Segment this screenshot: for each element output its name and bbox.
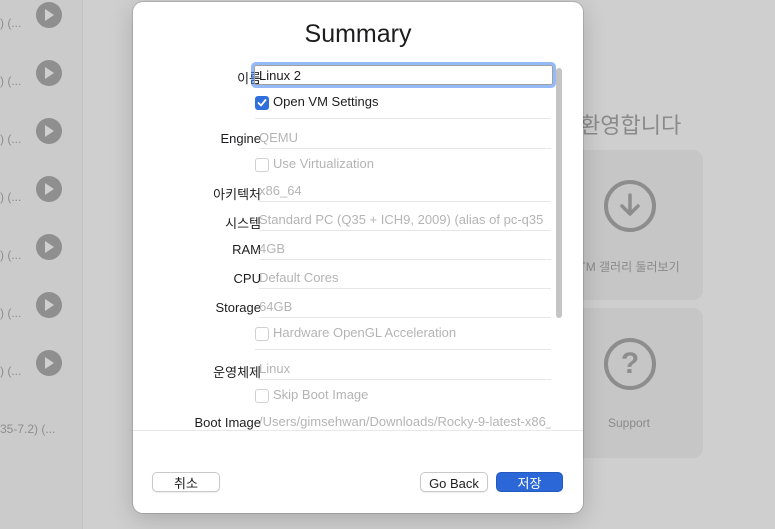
play-icon[interactable] (36, 2, 62, 28)
boot-image-value: /Users/gimsehwan/Downloads/Rocky-9-lates… (259, 412, 551, 430)
vm-subtitle: ) (... (0, 190, 22, 204)
vm-list-item[interactable]: ) (... (0, 2, 82, 42)
system-row: 시스템 Standard PC (Q35 + ICH9, 2009) (alia… (133, 208, 553, 234)
engine-value: QEMU (259, 128, 551, 149)
name-input[interactable]: Linux 2 (254, 65, 553, 85)
vm-sidebar: ) (... ) (... ) (... ) (... ) (... ) (..… (0, 0, 83, 529)
boot-image-label: Boot Image (194, 415, 262, 430)
vm-subtitle: ) (... (0, 132, 22, 146)
os-label: 운영체제 (213, 365, 261, 380)
name-row: 이름 Linux 2 (133, 63, 553, 89)
engine-label: Engine (220, 131, 261, 146)
vm-list-item[interactable]: ) (... (0, 234, 82, 274)
question-mark-icon: ? (604, 338, 656, 390)
play-icon[interactable] (36, 292, 62, 318)
skip-boot-image-label: Skip Boot Image (273, 387, 369, 402)
footer-divider (133, 430, 583, 431)
vm-subtitle: ) (... (0, 248, 22, 262)
divider (255, 118, 551, 119)
system-value: Standard PC (Q35 + ICH9, 2009) (alias of… (259, 210, 551, 231)
checkbox-checked-icon[interactable] (255, 96, 269, 110)
storage-label: Storage (215, 300, 261, 315)
use-virtualization-label: Use Virtualization (273, 156, 374, 171)
hardware-opengl-checkbox[interactable]: Hardware OpenGL Acceleration (255, 323, 555, 345)
vm-list-item[interactable]: 35-7.2) (... (0, 408, 82, 448)
boot-image-row: Boot Image /Users/gimsehwan/Downloads/Ro… (133, 410, 553, 430)
vm-list-item[interactable]: ) (... (0, 350, 82, 390)
storage-row: Storage 64GB (133, 295, 553, 321)
vm-list-item[interactable]: ) (... (0, 60, 82, 100)
go-back-button[interactable]: Go Back (420, 472, 488, 492)
engine-row: Engine QEMU (133, 126, 553, 152)
ram-row: RAM 4GB (133, 237, 553, 263)
use-virtualization-checkbox[interactable]: Use Virtualization (255, 154, 555, 176)
vm-subtitle: ) (... (0, 16, 22, 30)
system-label: 시스템 (225, 216, 261, 231)
ram-label: RAM (232, 242, 261, 257)
play-icon[interactable] (36, 176, 62, 202)
checkbox-unchecked-icon[interactable] (255, 158, 269, 172)
architecture-value: x86_64 (259, 181, 551, 202)
scrollbar-thumb[interactable] (556, 68, 562, 318)
dialog-title: Summary (304, 20, 412, 48)
summary-form: 이름 Linux 2 Open VM Settings Engine QEMU … (133, 62, 573, 430)
vm-list-item[interactable]: ) (... (0, 176, 82, 216)
save-button[interactable]: 저장 (496, 472, 563, 492)
checkbox-unchecked-icon[interactable] (255, 327, 269, 341)
cpu-value: Default Cores (259, 268, 551, 289)
open-vm-settings-label: Open VM Settings (273, 94, 379, 109)
vm-list-item[interactable]: ) (... (0, 118, 82, 158)
play-icon[interactable] (36, 234, 62, 260)
architecture-row: 아키텍처 x86_64 (133, 179, 553, 205)
play-icon[interactable] (36, 118, 62, 144)
os-row: 운영체제 Linux (133, 357, 553, 383)
ram-value: 4GB (259, 239, 551, 260)
vm-subtitle: ) (... (0, 306, 22, 320)
os-value: Linux (259, 359, 551, 380)
cancel-button[interactable]: 취소 (152, 472, 220, 492)
architecture-label: 아키텍처 (213, 187, 261, 202)
welcome-heading: 환영합니다 (580, 113, 682, 138)
hardware-opengl-label: Hardware OpenGL Acceleration (273, 325, 457, 340)
cpu-label: CPU (233, 271, 261, 286)
open-vm-settings-checkbox[interactable]: Open VM Settings (255, 92, 555, 114)
cpu-row: CPU Default Cores (133, 266, 553, 292)
summary-dialog: Summary 이름 Linux 2 Open VM Settings Engi… (133, 2, 583, 513)
vm-subtitle: ) (... (0, 74, 22, 88)
vm-subtitle: ) (... (0, 364, 22, 378)
checkbox-unchecked-icon[interactable] (255, 389, 269, 403)
play-icon[interactable] (36, 60, 62, 86)
vm-subtitle: 35-7.2) (... (0, 422, 56, 436)
storage-value: 64GB (259, 297, 551, 318)
download-arrow-icon (604, 180, 656, 232)
divider (255, 349, 551, 350)
skip-boot-image-checkbox[interactable]: Skip Boot Image (255, 385, 555, 407)
play-icon[interactable] (36, 350, 62, 376)
form-scrollbar[interactable] (554, 64, 564, 429)
vm-list-item[interactable]: ) (... (0, 292, 82, 332)
